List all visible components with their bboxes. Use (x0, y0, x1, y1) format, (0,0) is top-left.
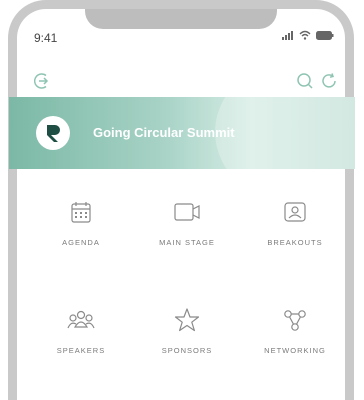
tile-sponsors[interactable]: SPONSORS (137, 300, 237, 355)
tile-networking[interactable]: NETWORKING (245, 300, 345, 355)
tile-label: MAIN STAGE (159, 238, 215, 247)
group-icon (31, 300, 131, 340)
status-time: 9:41 (34, 31, 58, 45)
breakout-room-icon (245, 192, 345, 232)
tile-agenda[interactable]: AGENDA (31, 192, 131, 247)
wifi-icon (299, 30, 311, 40)
battery-icon (316, 30, 334, 40)
calendar-icon (31, 192, 131, 232)
event-banner[interactable]: Going Circular Summit (9, 97, 355, 169)
video-camera-icon (137, 192, 237, 232)
tile-speakers[interactable]: SPEAKERS (31, 300, 131, 355)
event-logo (36, 116, 70, 150)
logout-icon[interactable] (34, 72, 52, 90)
tile-label: NETWORKING (264, 346, 326, 355)
tile-breakouts[interactable]: BREAKOUTS (245, 192, 345, 247)
refresh-icon[interactable] (320, 72, 338, 90)
status-icons (282, 30, 334, 40)
search-icon[interactable] (296, 72, 314, 90)
tile-main-stage[interactable]: MAIN STAGE (137, 192, 237, 247)
tile-label: SPEAKERS (56, 346, 106, 355)
signal-icon (282, 30, 294, 40)
tile-label: SPONSORS (161, 346, 213, 355)
event-title: Going Circular Summit (93, 125, 235, 140)
star-icon (137, 300, 237, 340)
tile-label: BREAKOUTS (267, 238, 323, 247)
phone-notch (85, 9, 277, 29)
network-icon (245, 300, 345, 340)
tile-label: AGENDA (62, 238, 100, 247)
